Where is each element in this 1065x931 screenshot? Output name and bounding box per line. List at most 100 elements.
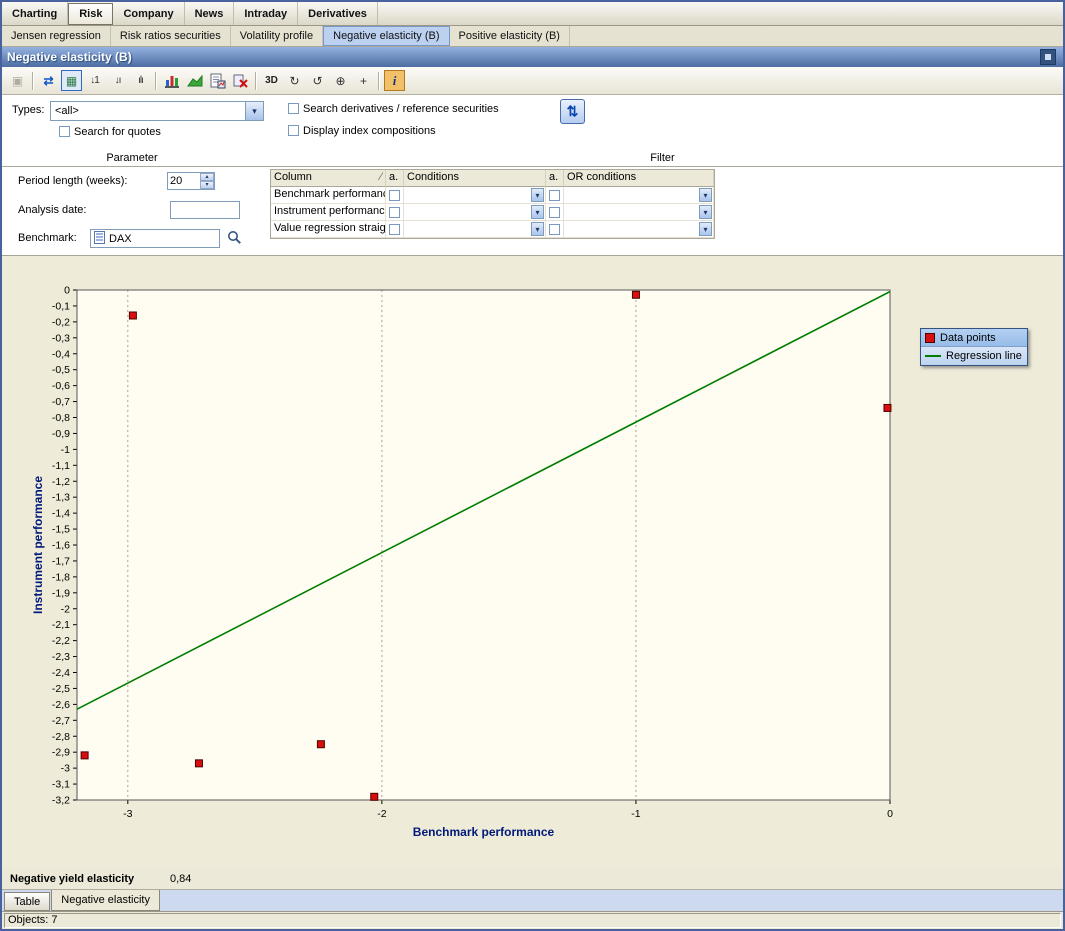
subtab-risk-ratios-securities[interactable]: Risk ratios securities bbox=[111, 26, 231, 46]
and-checkbox[interactable] bbox=[389, 224, 400, 235]
conditions-dropdown[interactable] bbox=[404, 187, 546, 204]
bottom-tab-table[interactable]: Table bbox=[4, 892, 50, 911]
pan-icon[interactable]: ⊕ bbox=[330, 70, 351, 91]
panel-menu-button[interactable] bbox=[1040, 49, 1056, 65]
svg-text:-0,8: -0,8 bbox=[52, 412, 70, 424]
analysis-date-input[interactable] bbox=[170, 201, 240, 219]
sort-values-icon[interactable]: ↓ı bbox=[107, 70, 128, 91]
conditions-dropdown[interactable] bbox=[404, 204, 546, 221]
filter-row-label: Value regression straight bbox=[271, 221, 386, 238]
chart-report-icon[interactable] bbox=[207, 70, 228, 91]
svg-text:Instrument performance: Instrument performance bbox=[31, 476, 45, 614]
period-length-input[interactable] bbox=[168, 173, 203, 189]
objects-count: Objects: 7 bbox=[4, 913, 1061, 928]
chevron-down-icon[interactable] bbox=[531, 205, 544, 219]
types-value: <all> bbox=[51, 105, 245, 117]
search-icon bbox=[227, 230, 242, 248]
and-checkbox[interactable] bbox=[389, 190, 400, 201]
types-dropdown[interactable]: <all> bbox=[50, 101, 264, 121]
svg-text:-0,9: -0,9 bbox=[52, 428, 70, 440]
filter-header-and[interactable]: a. bbox=[386, 170, 404, 187]
filter-and-cell bbox=[386, 187, 404, 204]
rotate-icon[interactable]: ↻ bbox=[284, 70, 305, 91]
chevron-down-icon[interactable] bbox=[699, 188, 712, 202]
display-index-checkbox[interactable] bbox=[288, 125, 299, 136]
data-point-marker-icon bbox=[925, 333, 935, 343]
rotate-back-icon[interactable]: ↺ bbox=[307, 70, 328, 91]
subtab-positive-elasticity[interactable]: Positive elasticity (B) bbox=[450, 26, 570, 46]
filter-header-and2[interactable]: a. bbox=[546, 170, 564, 187]
benchmark-field[interactable]: DAX bbox=[90, 229, 220, 248]
tab-company[interactable]: Company bbox=[113, 2, 184, 25]
sort-descending-icon[interactable]: ↓1 bbox=[84, 70, 105, 91]
chart-legend: Data points Regression line bbox=[920, 328, 1028, 366]
tab-derivatives[interactable]: Derivatives bbox=[298, 2, 378, 25]
legend-item-data-points[interactable]: Data points bbox=[921, 329, 1027, 347]
chart-canvas[interactable]: 0-0,1-0,2-0,3-0,4-0,5-0,6-0,7-0,8-0,9-1-… bbox=[2, 256, 1063, 868]
subtab-jensen-regression[interactable]: Jensen regression bbox=[2, 26, 111, 46]
filter-group-title: Filter bbox=[262, 151, 1063, 166]
svg-text:-0,1: -0,1 bbox=[52, 300, 70, 312]
or-conditions-dropdown[interactable] bbox=[564, 204, 714, 221]
chart-grid-toggle-icon[interactable]: ▦ bbox=[61, 70, 82, 91]
chevron-down-icon[interactable] bbox=[699, 205, 712, 219]
tab-news[interactable]: News bbox=[185, 2, 235, 25]
chevron-down-icon[interactable] bbox=[245, 102, 263, 120]
chevron-down-icon[interactable] bbox=[699, 222, 712, 236]
benchmark-search-button[interactable] bbox=[224, 229, 244, 248]
chevron-down-icon[interactable] bbox=[531, 222, 544, 236]
search-for-quotes-option: Search for quotes bbox=[59, 125, 161, 138]
negative-yield-elasticity-value: 0,84 bbox=[170, 873, 191, 885]
result-row: Negative yield elasticity 0,84 bbox=[2, 868, 1063, 890]
histogram-icon[interactable]: ılı bbox=[130, 70, 151, 91]
info-icon[interactable]: i bbox=[384, 70, 405, 91]
svg-text:-1,2: -1,2 bbox=[52, 476, 70, 488]
3d-view-icon[interactable]: 3D bbox=[261, 70, 282, 91]
and-checkbox[interactable] bbox=[549, 190, 560, 201]
and-checkbox[interactable] bbox=[549, 207, 560, 218]
start-search-button[interactable]: ⇅ bbox=[560, 99, 585, 124]
or-conditions-dropdown[interactable] bbox=[564, 221, 714, 238]
spin-up-button[interactable] bbox=[200, 173, 214, 181]
area-chart-icon[interactable] bbox=[184, 70, 205, 91]
filter-header-or-conditions[interactable]: OR conditions bbox=[564, 170, 714, 187]
chart-panel: 0-0,1-0,2-0,3-0,4-0,5-0,6-0,7-0,8-0,9-1-… bbox=[2, 256, 1063, 868]
filter-table: Column∕ a. Conditions a. OR conditions B… bbox=[270, 169, 715, 239]
period-length-field bbox=[167, 172, 215, 190]
crosshair-icon[interactable]: + bbox=[353, 70, 374, 91]
search-for-quotes-checkbox[interactable] bbox=[59, 126, 70, 137]
search-derivatives-checkbox[interactable] bbox=[288, 103, 299, 114]
svg-text:0: 0 bbox=[887, 808, 893, 820]
bottom-tab-negative-elasticity[interactable]: Negative elasticity bbox=[51, 890, 160, 911]
bottom-tab-bar: Table Negative elasticity bbox=[2, 890, 1063, 912]
toolbar-separator bbox=[155, 72, 157, 90]
toolbar-separator bbox=[378, 72, 380, 90]
bar-chart-icon[interactable] bbox=[161, 70, 182, 91]
chevron-down-icon[interactable] bbox=[531, 188, 544, 202]
svg-text:-2,3: -2,3 bbox=[52, 651, 70, 663]
and-checkbox[interactable] bbox=[549, 224, 560, 235]
and-checkbox[interactable] bbox=[389, 207, 400, 218]
or-conditions-dropdown[interactable] bbox=[564, 187, 714, 204]
types-label: Types: bbox=[12, 104, 44, 116]
tab-risk[interactable]: Risk bbox=[68, 3, 113, 25]
filter-header-column[interactable]: Column∕ bbox=[271, 170, 386, 187]
conditions-dropdown[interactable] bbox=[404, 221, 546, 238]
spin-down-button[interactable] bbox=[200, 181, 214, 189]
tab-charting[interactable]: Charting bbox=[2, 2, 68, 25]
copy-chart-icon[interactable]: ▣ bbox=[7, 70, 28, 91]
svg-text:-1,9: -1,9 bbox=[52, 587, 70, 599]
search-derivatives-label: Search derivatives / reference securitie… bbox=[303, 103, 499, 115]
subtab-volatility-profile[interactable]: Volatility profile bbox=[231, 26, 323, 46]
svg-text:-2,7: -2,7 bbox=[52, 715, 70, 727]
refresh-chart-icon[interactable]: ⇄ bbox=[38, 70, 59, 91]
filter-header-conditions[interactable]: Conditions bbox=[404, 170, 546, 187]
svg-text:-3,2: -3,2 bbox=[52, 795, 70, 807]
tab-intraday[interactable]: Intraday bbox=[234, 2, 298, 25]
risk-subtab-bar: Jensen regression Risk ratios securities… bbox=[2, 26, 1063, 47]
legend-item-regression-line[interactable]: Regression line bbox=[921, 347, 1027, 365]
svg-text:-1,8: -1,8 bbox=[52, 571, 70, 583]
delete-chart-icon[interactable] bbox=[230, 70, 251, 91]
subtab-negative-elasticity[interactable]: Negative elasticity (B) bbox=[323, 26, 449, 46]
filter-and-cell bbox=[546, 204, 564, 221]
